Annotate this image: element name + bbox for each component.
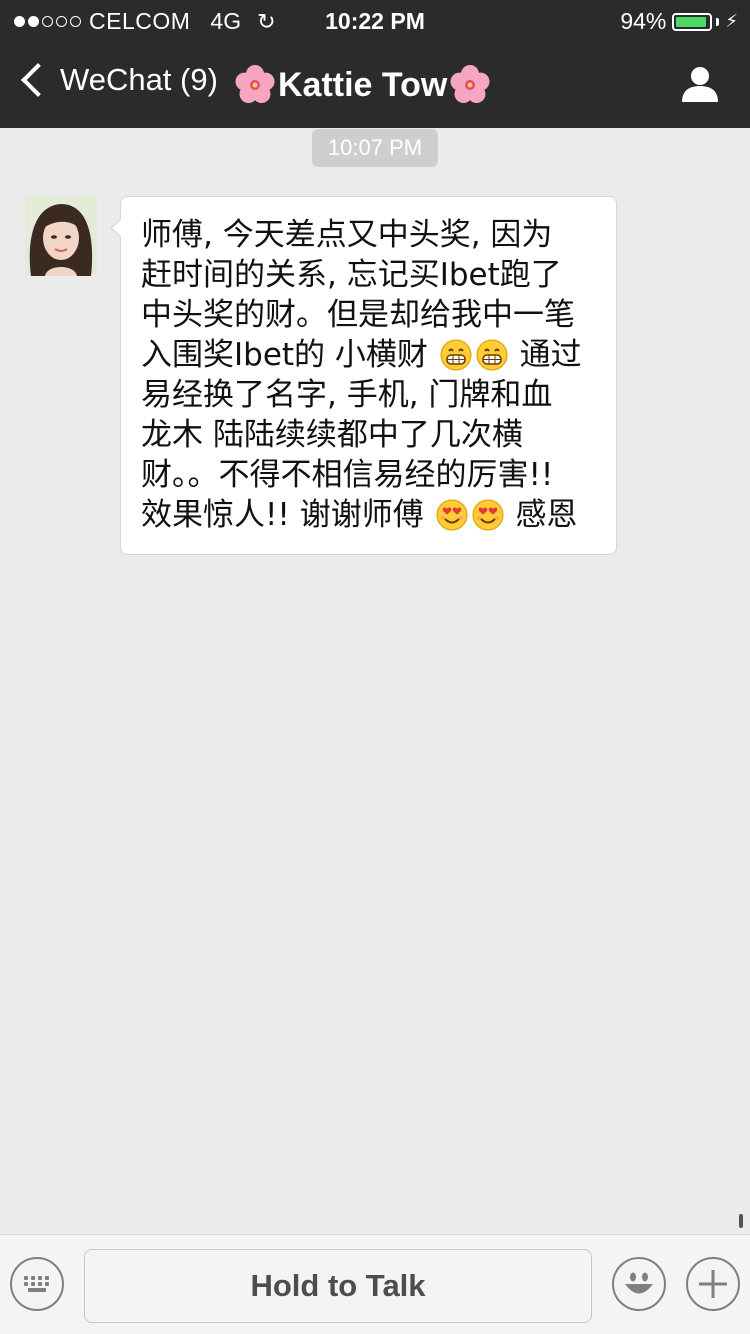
contact-name: Kattie Tow — [278, 65, 448, 104]
back-button[interactable]: WeChat (9) — [18, 62, 218, 98]
battery-icon — [672, 12, 713, 31]
message-text: 入围奖Ibet的 小横财 — [141, 337, 428, 373]
avatar-photo — [25, 196, 97, 276]
chat-title: Kattie Tow — [232, 62, 493, 108]
smiley-face-icon — [625, 1272, 653, 1294]
back-label: WeChat (9) — [60, 62, 218, 97]
chat-screen: CELCOM 4G ↻ 10:22 PM 94% ⚡︎ WeChat (9) K… — [0, 0, 750, 1334]
status-right: 94% ⚡︎ — [620, 8, 738, 35]
message-line: 赶时间的关系, 忘记买Ibet跑了 — [141, 257, 562, 293]
status-bar: CELCOM 4G ↻ 10:22 PM 94% ⚡︎ — [0, 0, 750, 40]
nav-bar: WeChat (9) Kattie Tow — [0, 40, 750, 128]
message-text: 通过 — [519, 337, 582, 373]
hold-to-talk-button[interactable]: Hold to Talk — [84, 1249, 592, 1323]
cherry-blossom-icon — [235, 65, 275, 103]
message-line: 财。。不得不相信易经的厉害!! — [141, 457, 554, 493]
message-line: 中头奖的财。但是却给我中一笔 — [141, 297, 575, 333]
message-line: 师傅, 今天差点又中头奖, 因为 — [141, 217, 553, 253]
message-text: 感恩 — [515, 497, 578, 533]
keyboard-button[interactable] — [10, 1257, 64, 1311]
message-line: 龙木 陆陆续续都中了几次横 — [141, 417, 523, 453]
message-bubble[interactable]: 师傅, 今天差点又中头奖, 因为 赶时间的关系, 忘记买Ibet跑了 中头奖的财… — [120, 196, 617, 555]
scroll-indicator[interactable] — [739, 1214, 743, 1228]
message-line: 易经换了名字, 手机, 门牌和血 — [141, 377, 553, 413]
charging-icon: ⚡︎ — [725, 11, 738, 31]
smiling-heart-eyes-face-icon — [472, 499, 504, 531]
person-icon[interactable] — [680, 64, 720, 104]
smiling-heart-eyes-face-icon — [436, 499, 468, 531]
message-timestamp: 10:07 PM — [312, 129, 438, 167]
grinning-face-icon — [476, 339, 508, 371]
cherry-blossom-icon — [450, 65, 490, 103]
emoji-button[interactable] — [612, 1257, 666, 1311]
bubble-tail-inner — [112, 219, 122, 237]
contact-avatar[interactable] — [25, 196, 97, 276]
message-text: 效果惊人!! 谢谢师傅 — [141, 497, 424, 533]
message-line: 入围奖Ibet的 小横财 通过 — [141, 335, 604, 375]
grinning-face-icon — [440, 339, 472, 371]
input-bar: Hold to Talk — [0, 1234, 750, 1334]
plus-icon — [699, 1270, 727, 1298]
chevron-left-icon — [21, 63, 55, 97]
battery-percent: 94% — [620, 8, 667, 34]
more-button[interactable] — [686, 1257, 740, 1311]
keyboard-icon — [24, 1276, 49, 1292]
message-line: 效果惊人!! 谢谢师傅 感恩 — [141, 495, 604, 535]
